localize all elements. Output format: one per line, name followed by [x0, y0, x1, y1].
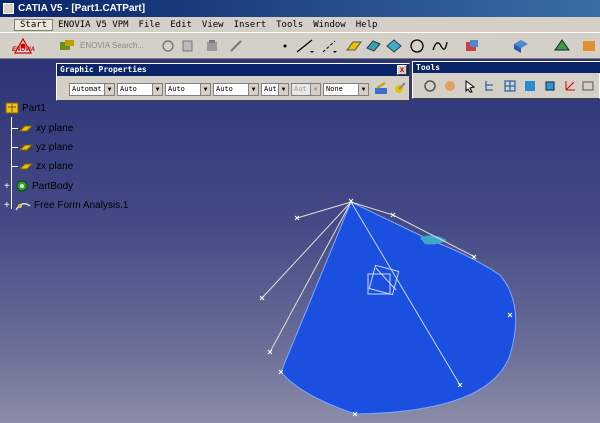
expand-icon[interactable]: + — [4, 200, 14, 211]
part-icon — [5, 102, 19, 114]
more-tools-icon[interactable] — [581, 79, 595, 93]
tree-item-zx-plane[interactable]: zx plane — [12, 160, 73, 172]
grid-icon[interactable] — [503, 79, 517, 93]
sketch-icon[interactable] — [523, 79, 537, 93]
cone-surface[interactable] — [280, 201, 517, 415]
chevron-down-icon: ▼ — [248, 84, 258, 95]
construction-line-3 — [296, 201, 352, 219]
axis-system-icon[interactable] — [563, 79, 577, 93]
format-brush-icon[interactable] — [391, 82, 407, 96]
tree-item-free-form-analysis[interactable]: + Free Form Analysis.1 — [4, 198, 128, 212]
gear-icon — [16, 180, 28, 192]
tree-item-xy-plane[interactable]: xy plane — [12, 122, 73, 134]
update-icon[interactable] — [423, 79, 437, 93]
analysis-icon — [15, 203, 31, 211]
line-color-select[interactable]: Auto ▼ — [165, 83, 211, 96]
chevron-down-icon: ▼ — [358, 84, 368, 95]
line-type-select[interactable]: Auto ▼ — [213, 83, 259, 96]
solid-icon[interactable] — [543, 79, 557, 93]
cursor-icon[interactable] — [463, 79, 477, 93]
painter-icon[interactable] — [373, 82, 389, 96]
chevron-down-icon: ▼ — [310, 84, 320, 95]
tree-item-yz-plane[interactable]: yz plane — [12, 141, 73, 153]
plane-icon — [18, 144, 34, 151]
chevron-down-icon: ▼ — [200, 84, 210, 95]
chevron-down-icon: ▼ — [278, 84, 288, 95]
tree-item-partbody[interactable]: + PartBody — [4, 179, 73, 193]
plane-icon — [18, 163, 34, 170]
fill-color-select[interactable]: Automat ▼ — [69, 83, 115, 96]
transparency-select[interactable]: Auto ▼ — [117, 83, 163, 96]
layer-select[interactable]: None ▼ — [323, 83, 369, 96]
point-symbol-select[interactable]: Aut ▼ — [291, 83, 321, 96]
tools-title: Tools — [413, 62, 600, 73]
line-weight-select[interactable]: Aut ▼ — [261, 83, 289, 96]
hand-icon[interactable] — [443, 79, 457, 93]
graphic-properties-title: Graphic Properties — [57, 64, 409, 76]
plane-icon — [18, 125, 34, 132]
tree-item-part1[interactable]: Part1 — [4, 101, 46, 115]
graphic-properties-close-button[interactable]: x — [397, 65, 407, 75]
chevron-down-icon: ▼ — [104, 84, 114, 95]
chevron-down-icon: ▼ — [152, 84, 162, 95]
tools-toolbar[interactable]: Tools — [412, 61, 600, 99]
tree-icon[interactable] — [483, 79, 497, 93]
expand-icon[interactable]: + — [4, 181, 14, 192]
graphic-properties-toolbar[interactable]: Graphic Properties x Automat ▼ Auto ▼ Auto… — [56, 63, 410, 101]
